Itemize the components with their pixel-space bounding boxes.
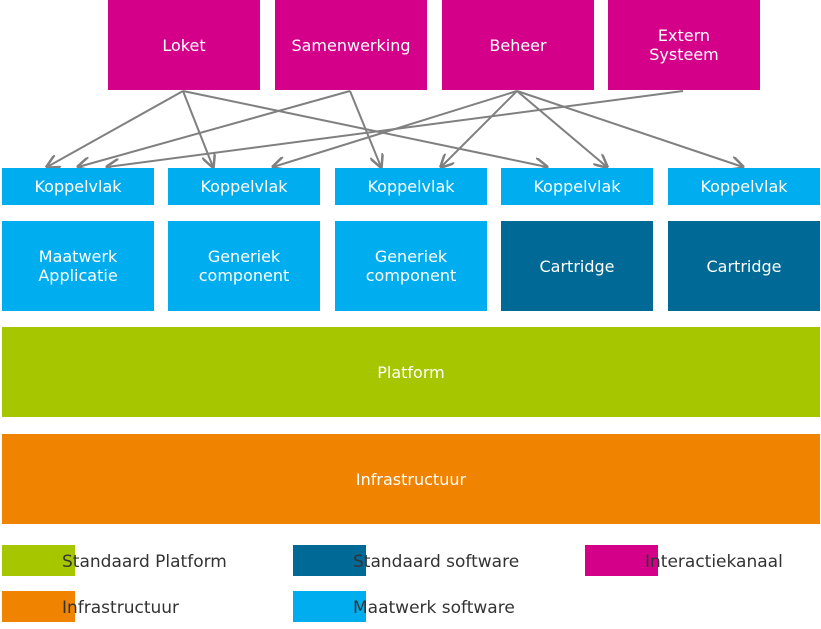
component-generiek-2: Generiek component bbox=[335, 221, 487, 311]
platform-layer: Platform bbox=[2, 327, 820, 417]
interface-5: Koppelvlak bbox=[668, 168, 820, 205]
arrow bbox=[47, 90, 184, 167]
arrow bbox=[516, 90, 743, 167]
component-maatwerk-applicatie: Maatwerk Applicatie bbox=[2, 221, 154, 311]
component-generiek-1: Generiek component bbox=[168, 221, 320, 311]
component-cartridge-2: Cartridge bbox=[668, 221, 820, 311]
arrow bbox=[107, 90, 684, 167]
arrow bbox=[349, 90, 381, 167]
legend-label: Interactiekanaal bbox=[645, 552, 783, 572]
interface-4: Koppelvlak bbox=[501, 168, 653, 205]
legend-label: Standaard software bbox=[353, 552, 520, 572]
interface-1: Koppelvlak bbox=[2, 168, 154, 205]
component-cartridge-1: Cartridge bbox=[501, 221, 653, 311]
legend-label: Maatwerk software bbox=[353, 598, 515, 618]
legend-label: Infrastructuur bbox=[62, 598, 180, 618]
interface-3: Koppelvlak bbox=[335, 168, 487, 205]
legend-label: Standaard Platform bbox=[62, 552, 227, 572]
interface-2: Koppelvlak bbox=[168, 168, 320, 205]
infrastructure-layer: Infrastructuur bbox=[2, 434, 820, 524]
connection-arrows bbox=[0, 90, 821, 629]
